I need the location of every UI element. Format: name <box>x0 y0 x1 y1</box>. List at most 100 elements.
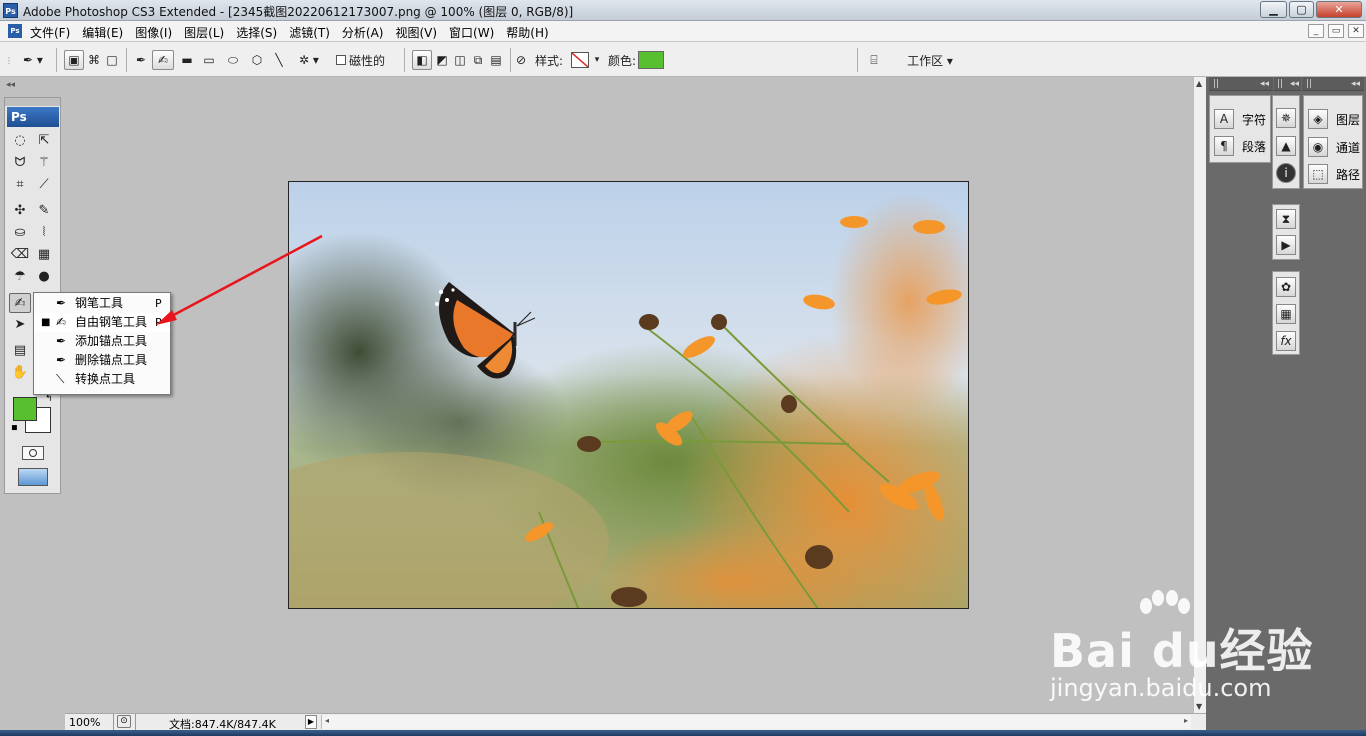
pen-tool-icon[interactable]: ✍ <box>9 293 31 313</box>
freeform-pen-option-icon[interactable]: ✍ <box>152 50 174 70</box>
flyout-convert-point-tool[interactable]: ⟍ 转换点工具 <box>34 370 170 389</box>
dock-column-header[interactable]: || ◂◂ <box>1274 77 1301 91</box>
layers-panel-button[interactable]: ◈ 图层 <box>1308 108 1360 130</box>
swap-colors-icon[interactable]: ↰ <box>45 394 53 404</box>
paths-mode-icon[interactable]: ⌘ <box>86 50 102 70</box>
history-brush-tool-icon[interactable]: ⦚ <box>33 223 55 243</box>
doc-restore-button[interactable]: ▭ <box>1328 24 1344 38</box>
crop-tool-icon[interactable]: ⌗ <box>9 175 31 195</box>
shape-layers-icon[interactable]: ▣ <box>64 50 84 70</box>
move-tool-icon[interactable]: ⇱ <box>33 131 55 151</box>
screen-mode-button[interactable] <box>18 468 48 486</box>
chevron-down-icon[interactable]: ▾ <box>592 50 602 70</box>
menu-file[interactable]: 文件(F) <box>30 24 70 41</box>
line-shape-icon[interactable]: ╲ <box>270 50 288 70</box>
hand-tool-icon[interactable]: ✋ <box>9 363 31 383</box>
style-picker[interactable] <box>568 50 592 70</box>
color-icon[interactable]: ✿ <box>1276 277 1296 297</box>
fill-pixels-icon[interactable]: □ <box>104 50 120 70</box>
swatches-icon[interactable]: ▦ <box>1276 304 1296 324</box>
horizontal-scrollbar[interactable]: ◂ ▸ <box>321 715 1191 729</box>
healing-brush-tool-icon[interactable]: ✣ <box>9 201 31 221</box>
blur-tool-icon[interactable]: ☂ <box>9 267 31 287</box>
status-arrow-icon[interactable]: ▶ <box>305 715 317 729</box>
dock-column-header[interactable]: || ◂◂ <box>1302 77 1364 91</box>
flyout-add-anchor-tool[interactable]: ✒ 添加锚点工具 <box>34 332 170 351</box>
menu-image[interactable]: 图像(I) <box>135 24 172 41</box>
scroll-left-icon[interactable]: ◂ <box>325 716 329 725</box>
bridge-icon[interactable]: ⌸ <box>862 50 886 70</box>
dodge-tool-icon[interactable]: ● <box>33 267 55 287</box>
path-exclude-icon[interactable]: ⧉ <box>470 50 486 70</box>
document-image[interactable] <box>288 181 969 609</box>
toolbox-logo[interactable]: Ps <box>7 107 59 127</box>
styles-icon[interactable]: fx <box>1276 331 1296 351</box>
default-colors-icon[interactable]: ◾ <box>11 423 18 433</box>
minimize-button[interactable]: ▁ <box>1260 1 1287 18</box>
scroll-right-icon[interactable]: ▸ <box>1184 716 1188 725</box>
histogram-icon[interactable]: ▲ <box>1276 136 1296 156</box>
menu-analysis[interactable]: 分析(A) <box>342 24 384 41</box>
menu-select[interactable]: 选择(S) <box>236 24 277 41</box>
menu-filter[interactable]: 滤镜(T) <box>289 24 330 41</box>
polygon-shape-icon[interactable]: ⬡ <box>248 50 266 70</box>
marquee-tool-icon[interactable]: ◌ <box>9 131 31 151</box>
clone-stamp-tool-icon[interactable]: ⛀ <box>9 223 31 243</box>
maximize-button[interactable]: ▢ <box>1289 1 1314 18</box>
flyout-freeform-pen-tool[interactable]: ■ ✍ 自由钢笔工具 P <box>34 313 170 332</box>
menu-window[interactable]: 窗口(W) <box>449 24 494 41</box>
magnetic-checkbox[interactable]: 磁性的 <box>336 50 396 70</box>
rectangle-shape-icon[interactable]: ▬ <box>178 50 196 70</box>
status-menu-icon[interactable]: ⊙ <box>117 715 131 728</box>
rounded-rectangle-shape-icon[interactable]: ▭ <box>200 50 218 70</box>
info-icon[interactable]: i <box>1276 163 1296 183</box>
collapse-icon[interactable]: ◂◂ <box>1260 77 1269 91</box>
channels-panel-button[interactable]: ◉ 通道 <box>1308 136 1360 158</box>
ellipse-shape-icon[interactable]: ⬭ <box>224 50 242 70</box>
menu-layer[interactable]: 图层(L) <box>184 24 224 41</box>
close-button[interactable]: ✕ <box>1316 1 1362 18</box>
brush-tool-icon[interactable]: ✎ <box>33 201 55 221</box>
paths-panel-button[interactable]: ⬚ 路径 <box>1308 163 1360 185</box>
path-selection-tool-icon[interactable]: ➤ <box>9 315 31 335</box>
gradient-tool-icon[interactable]: ▦ <box>33 245 55 265</box>
scroll-up-icon[interactable]: ▲ <box>1196 79 1202 88</box>
flyout-pen-tool[interactable]: ✒ 钢笔工具 P <box>34 294 170 313</box>
path-combine-icon[interactable]: ▤ <box>488 50 504 70</box>
scroll-down-icon[interactable]: ▼ <box>1196 702 1202 711</box>
navigator-icon[interactable]: ✵ <box>1276 108 1296 128</box>
path-add-icon[interactable]: ◧ <box>412 50 432 70</box>
character-panel-button[interactable]: A 字符 <box>1214 108 1266 130</box>
foreground-color[interactable] <box>13 397 37 421</box>
menu-edit[interactable]: 编辑(E) <box>82 24 123 41</box>
pen-tool-option-icon[interactable]: ✒ <box>132 50 150 70</box>
dock-column-header[interactable]: || ◂◂ <box>1209 77 1273 91</box>
tool-preset-picker[interactable]: ✒ ▾ <box>16 50 50 70</box>
history-icon[interactable]: ⧗ <box>1276 209 1296 229</box>
menu-help[interactable]: 帮助(H) <box>506 24 548 41</box>
paragraph-panel-button[interactable]: ¶ 段落 <box>1214 135 1266 157</box>
doc-close-button[interactable]: ✕ <box>1348 24 1364 38</box>
document-icon[interactable]: Ps <box>8 24 22 38</box>
custom-shape-picker[interactable]: ✲ ▾ <box>292 50 326 70</box>
color-swatch[interactable] <box>638 51 664 69</box>
path-intersect-icon[interactable]: ◫ <box>452 50 468 70</box>
link-icon[interactable]: ⊘ <box>514 50 528 70</box>
magic-wand-tool-icon[interactable]: ⚚ <box>33 153 55 173</box>
collapse-icon[interactable]: ◂◂ <box>1351 77 1360 91</box>
menu-view[interactable]: 视图(V) <box>395 24 437 41</box>
actions-icon[interactable]: ▶ <box>1276 235 1296 255</box>
quick-mask-button[interactable] <box>22 446 44 460</box>
doc-minimize-button[interactable]: _ <box>1308 24 1324 38</box>
toolbox-header[interactable] <box>5 98 60 106</box>
collapse-icon[interactable]: ◂◂ <box>6 80 15 90</box>
path-subtract-icon[interactable]: ◩ <box>434 50 450 70</box>
lasso-tool-icon[interactable]: ᗢ <box>9 153 31 173</box>
notes-tool-icon[interactable]: ▤ <box>9 341 31 361</box>
vertical-scrollbar[interactable]: ▲ ▼ <box>1193 77 1206 713</box>
slice-tool-icon[interactable]: ⟋ <box>33 175 55 195</box>
workspace-menu[interactable]: 工作区 ▾ <box>902 50 958 70</box>
eraser-tool-icon[interactable]: ⌫ <box>9 245 31 265</box>
zoom-field[interactable]: 100% <box>69 716 113 729</box>
collapse-icon[interactable]: ◂◂ <box>1290 77 1299 91</box>
